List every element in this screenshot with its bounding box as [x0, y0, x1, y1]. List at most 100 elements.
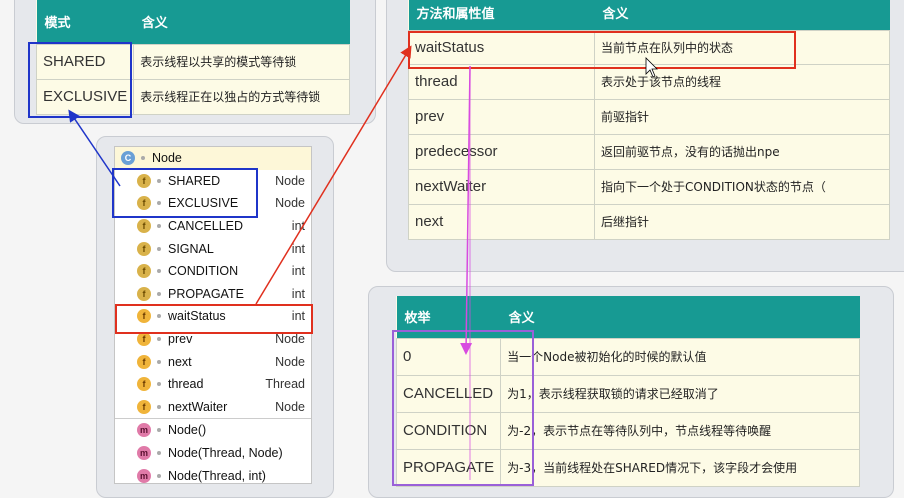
member-type: Node	[275, 173, 305, 188]
member-type: Node	[275, 196, 305, 211]
tree-member[interactable]: f prev Node	[115, 328, 311, 351]
tree-member[interactable]: f thread Thread	[115, 373, 311, 396]
visibility-dot	[157, 337, 161, 342]
methods-header-name: 方法和属性值	[408, 0, 595, 30]
method-desc: 表示处于该节点的线程	[594, 63, 890, 100]
tree-member[interactable]: m Node()	[115, 418, 311, 442]
visibility-dot	[141, 156, 145, 161]
tree-member[interactable]: f SHARED Node	[115, 170, 311, 193]
tree-member[interactable]: m Node(Thread, int)	[115, 464, 311, 483]
member-type: int	[291, 219, 305, 234]
visibility-dot	[157, 314, 161, 319]
member-name: SIGNAL	[168, 241, 214, 256]
member-name: SHARED	[168, 173, 221, 188]
static-field-icon: f	[137, 219, 151, 234]
member-name: prev	[168, 332, 193, 347]
member-type: Node	[275, 332, 305, 347]
field-icon: f	[137, 377, 151, 392]
methods-header-meaning: 含义	[594, 0, 890, 30]
field-icon: f	[137, 332, 151, 347]
field-icon: f	[137, 354, 151, 369]
enum-table: 枚举 含义 0 当一个Node被初始化的时候的默认值 CANCELLED 为1，表示…	[395, 296, 860, 487]
visibility-dot	[157, 201, 161, 206]
method-desc: 返回前驱节点，没有的话抛出npe	[594, 133, 890, 170]
member-type: Node	[275, 354, 305, 369]
tree-items: f SHARED Node f EXCLUSIVE Node f CANCELLED int f S…	[115, 170, 311, 483]
mode-key: SHARED	[35, 43, 135, 80]
enum-key: CANCELLED	[395, 374, 502, 413]
method-name: predecessor	[408, 133, 595, 170]
member-type: int	[291, 241, 305, 256]
field-icon: f	[137, 309, 151, 324]
tree-member[interactable]: f EXCLUSIVE Node	[115, 192, 311, 215]
visibility-dot	[157, 246, 161, 251]
member-name: Node()	[168, 423, 207, 438]
visibility-dot	[157, 291, 161, 296]
method-desc: 前驱指针	[594, 98, 890, 135]
tree-member[interactable]: f PROPAGATE int	[115, 283, 311, 306]
mode-value: 表示线程以共享的模式等待锁	[133, 43, 350, 80]
tree-member[interactable]: f next Node	[115, 350, 311, 373]
static-field-icon: f	[137, 173, 151, 188]
static-field-icon: f	[137, 264, 151, 279]
enum-key: PROPAGATE	[395, 448, 502, 487]
method-name: next	[408, 203, 595, 240]
tree-member[interactable]: f CANCELLED int	[115, 215, 311, 238]
member-name: CANCELLED	[168, 219, 244, 234]
member-name: Node(Thread, Node)	[168, 446, 283, 461]
member-type: int	[291, 264, 305, 279]
mode-header-meaning: 含义	[133, 0, 350, 44]
visibility-dot	[157, 451, 161, 456]
visibility-dot	[157, 404, 161, 409]
member-name: thread	[168, 377, 204, 392]
member-type: Thread	[265, 377, 305, 392]
tree-member[interactable]: m Node(Thread, Node)	[115, 442, 311, 465]
method-desc: 指向下一个处于CONDITION状态的节点（	[594, 168, 890, 205]
member-type: Node	[275, 399, 305, 414]
visibility-dot	[157, 269, 161, 274]
static-field-icon: f	[137, 196, 151, 211]
member-name: EXCLUSIVE	[168, 196, 239, 211]
visibility-dot	[157, 178, 161, 183]
enum-desc: 为-3，当前线程处在SHARED情况下，该字段才会使用	[500, 448, 860, 487]
member-type: int	[291, 309, 305, 324]
class-icon: C	[121, 151, 135, 166]
enum-desc: 当一个Node被初始化的时候的默认值	[500, 337, 860, 376]
enum-desc: 为-2，表示节点在等待队列中，节点线程等待唤醒	[500, 411, 860, 450]
visibility-dot	[157, 473, 161, 478]
tree-member[interactable]: f nextWaiter Node	[115, 396, 311, 419]
methods-table: 方法和属性值 含义 waitStatus 当前节点在队列中的状态 thread 表示…	[408, 0, 890, 240]
mode-table: 模式 含义 SHARED 表示线程以共享的模式等待锁 EXCLUSIVE 表示线…	[35, 0, 350, 115]
member-name: Node(Thread, int)	[168, 468, 266, 483]
field-icon: f	[137, 399, 151, 414]
tree-member[interactable]: f waitStatus int	[115, 305, 311, 328]
member-name: waitStatus	[168, 309, 226, 324]
mode-header-name: 模式	[36, 0, 134, 44]
mode-key: EXCLUSIVE	[35, 78, 135, 115]
method-name: prev	[408, 98, 595, 135]
tree-member[interactable]: f CONDITION int	[115, 260, 311, 283]
member-name: PROPAGATE	[168, 286, 244, 301]
structure-tree: C Node f SHARED Node f EXCLUSIVE Node f CANCELL…	[114, 146, 312, 484]
method-name: nextWaiter	[408, 168, 595, 205]
visibility-dot	[157, 428, 161, 433]
method-desc: 后继指针	[594, 203, 890, 240]
method-desc: 当前节点在队列中的状态	[594, 29, 890, 65]
method-name: thread	[408, 63, 595, 100]
visibility-dot	[157, 382, 161, 387]
enum-key: CONDITION	[395, 411, 502, 450]
method-name: waitStatus	[408, 29, 595, 65]
enum-header-meaning: 含义	[500, 296, 860, 338]
visibility-dot	[157, 224, 161, 229]
mode-value: 表示线程正在以独占的方式等待锁	[133, 78, 350, 115]
static-field-icon: f	[137, 286, 151, 301]
member-name: next	[168, 354, 192, 369]
enum-key: 0	[395, 337, 502, 376]
member-name: CONDITION	[168, 264, 239, 279]
member-type: int	[291, 286, 305, 301]
static-field-icon: f	[137, 241, 151, 256]
tree-class-name: Node	[152, 151, 182, 166]
tree-member[interactable]: f SIGNAL int	[115, 237, 311, 260]
member-name: nextWaiter	[168, 399, 228, 414]
tree-class-node[interactable]: C Node	[115, 147, 311, 170]
